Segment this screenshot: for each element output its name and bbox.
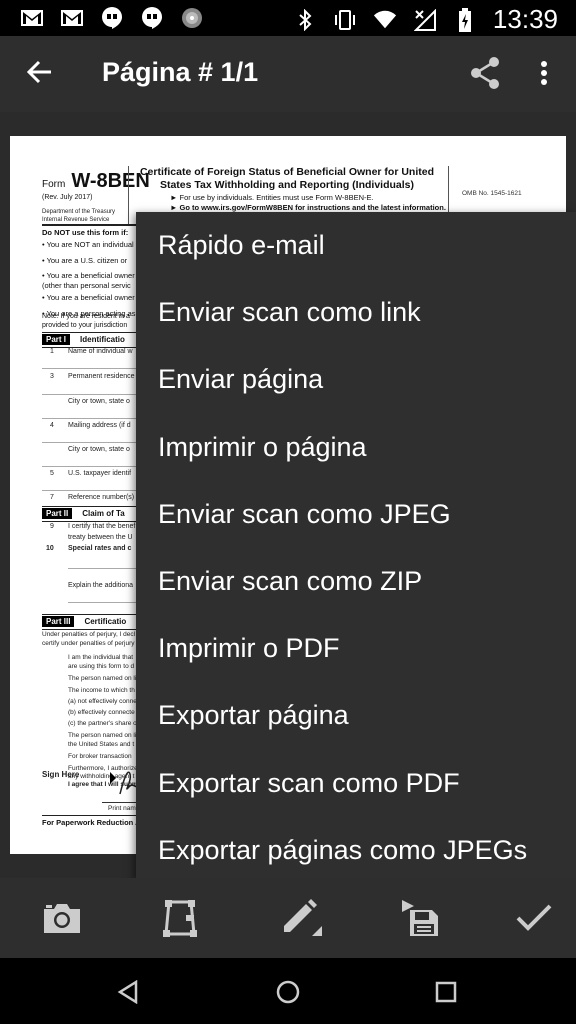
form-field-label: Explain the additiona: [68, 582, 133, 589]
form-field-num: 10: [46, 545, 54, 552]
form-field-label: Mailing address (if d: [68, 422, 131, 429]
page-title: Página # 1/1: [102, 57, 259, 87]
form-bullet: (other than personal servic: [42, 281, 131, 290]
divider: [68, 568, 142, 569]
menu-item-send-scan-link[interactable]: Enviar scan como link: [136, 279, 576, 346]
form-bullet: • You are a U.S. citizen or: [42, 255, 128, 265]
divider: [42, 368, 142, 369]
form-field-label: Name of individual w: [68, 348, 133, 355]
divider: [42, 490, 142, 491]
gmail-icon: [60, 6, 84, 30]
battery-charging-icon: [453, 7, 477, 32]
nav-back-icon[interactable]: [108, 972, 148, 1012]
divider: [42, 466, 142, 467]
dots-app-icon: [180, 6, 204, 30]
form-field-num: 4: [50, 422, 54, 429]
form-heading: Do NOT use this form if:: [42, 228, 129, 237]
more-vert-icon[interactable]: [526, 50, 562, 96]
menu-item-send-page[interactable]: Enviar página: [136, 346, 576, 413]
form-field-label: City or town, state o: [68, 446, 130, 453]
form-text: The income to which th: [68, 687, 135, 694]
app-toolbar: Página # 1/1: [0, 36, 576, 112]
status-clock: 13:39: [492, 4, 558, 34]
form-field-label: Reference number(s): [68, 494, 135, 501]
form-field-label: Permanent residence: [68, 373, 135, 380]
form-department: Department of the Treasury Internal Reve…: [42, 209, 116, 223]
form-text: (a) not effectively conne: [68, 698, 137, 705]
bottom-action-bar: [0, 878, 576, 958]
crop-icon[interactable]: [156, 894, 204, 942]
menu-item-send-scan-zip[interactable]: Enviar scan como ZIP: [136, 548, 576, 615]
print-name-label: Print nam: [108, 805, 136, 812]
form-footer: For Paperwork Reduction A: [42, 818, 141, 827]
part-header: Part II Claim of Ta: [42, 508, 125, 519]
form-field-num: 3: [50, 373, 54, 380]
hangouts-icon: [100, 6, 124, 30]
no-signal-icon: [413, 8, 437, 32]
status-bar: 13:39: [0, 0, 576, 36]
gmail-icon: [20, 6, 44, 30]
nav-home-icon[interactable]: [268, 972, 308, 1012]
form-revision: (Rev. July 2017): [42, 194, 93, 201]
camera-icon[interactable]: [38, 894, 86, 942]
form-field-num: 9: [50, 523, 54, 530]
form-field-num: 1: [50, 348, 54, 355]
menu-item-print-page[interactable]: Imprimir o página: [136, 414, 576, 481]
menu-item-export-pages-jpegs[interactable]: Exportar páginas como JPEGs: [136, 817, 576, 884]
form-omb: OMB No. 1545-1621: [462, 190, 522, 197]
form-text: Under penalties of perjury, I decl: [42, 631, 136, 638]
form-subtitle: ► Go to www.irs.gov/FormW8BEN for instru…: [170, 203, 446, 212]
divider: [42, 394, 142, 395]
form-text: the United States and t: [68, 741, 135, 748]
menu-item-send-scan-jpeg[interactable]: Enviar scan como JPEG: [136, 481, 576, 548]
divider: [68, 602, 142, 603]
menu-item-export-page[interactable]: Exportar página: [136, 682, 576, 749]
check-icon[interactable]: [510, 894, 558, 942]
pencil-icon[interactable]: [276, 894, 324, 942]
menu-item-print-pdf[interactable]: Imprimir o PDF: [136, 615, 576, 682]
form-text: I am the individual that: [68, 654, 134, 661]
form-bullet: • You are a beneficial owner: [42, 293, 135, 302]
system-nav-bar: [0, 958, 576, 1024]
form-note: Note: If you are resident in a provided …: [42, 313, 130, 329]
save-icon[interactable]: [396, 894, 444, 942]
form-field-label: Special rates and c: [68, 545, 132, 552]
part-header: Part III Certificatio: [42, 616, 126, 627]
bluetooth-icon: [293, 8, 317, 32]
form-text: The person named on li: [68, 732, 137, 739]
divider: [42, 442, 142, 443]
form-title: Certificate of Foreign Status of Benefic…: [139, 166, 435, 191]
menu-item-quick-email[interactable]: Rápido e-mail: [136, 212, 576, 279]
form-subtitle: ► For use by individuals. Entities must …: [170, 193, 374, 202]
divider: [42, 418, 142, 419]
divider: [128, 166, 129, 226]
menu-item-export-scan-pdf[interactable]: Exportar scan como PDF: [136, 750, 576, 817]
sign-here-label: Sign Here: [42, 770, 80, 779]
arrow-back-icon[interactable]: [18, 50, 62, 94]
form-text: certify under penalties of perjury: [42, 640, 135, 647]
nav-recents-icon[interactable]: [426, 972, 466, 1012]
form-text: (b) effectively connecte: [68, 709, 135, 716]
form-text: are using this form to d: [68, 663, 135, 670]
form-field-label: City or town, state o: [68, 398, 130, 405]
overflow-menu: Rápido e-mail Enviar scan como link Envi…: [136, 212, 576, 882]
share-icon[interactable]: [462, 50, 508, 96]
vibrate-icon: [333, 8, 357, 32]
part-header: Part I Identificatio: [42, 334, 125, 345]
form-text: (c) the partner's share o: [68, 720, 137, 727]
wifi-icon: [373, 8, 397, 32]
form-field-label: treaty between the U: [68, 534, 133, 541]
form-field-label: U.S. taxpayer identif: [68, 470, 132, 477]
form-field-label: I certify that the benef: [68, 523, 136, 530]
hangouts-icon: [140, 6, 164, 30]
form-text: The person named on li: [68, 675, 137, 682]
form-field-num: 5: [50, 470, 54, 477]
form-field-num: 7: [50, 494, 54, 501]
form-bullet: • You are a beneficial owner: [42, 271, 135, 280]
form-bullet: • You are NOT an individual: [42, 240, 134, 249]
